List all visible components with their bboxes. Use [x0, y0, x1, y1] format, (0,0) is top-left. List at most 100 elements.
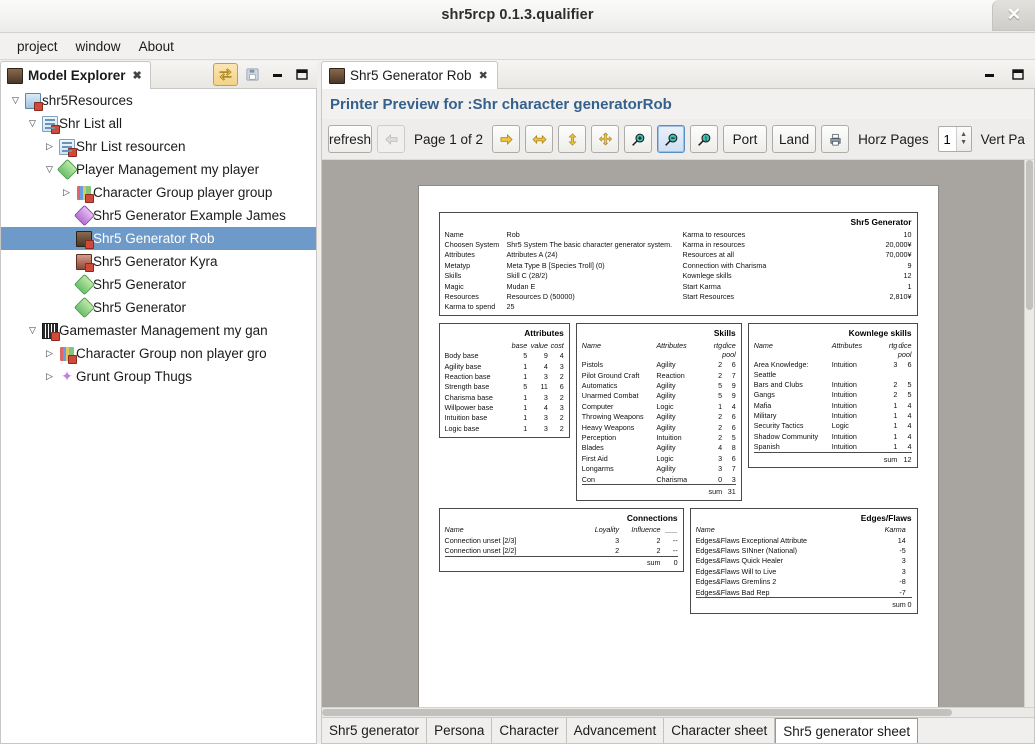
maximize-icon[interactable]: [1007, 65, 1029, 85]
tab-shr5-generator-rob[interactable]: Shr5 Generator Rob ✖: [321, 61, 498, 89]
tree-item-character-group-player-group[interactable]: ▷ Character Group player group: [1, 181, 316, 204]
chevron-right-icon[interactable]: ▷: [41, 348, 58, 359]
menu-item-about[interactable]: About: [130, 36, 183, 57]
tree-item-shr5-generator[interactable]: Shr5 Generator: [1, 296, 316, 319]
tab-filler: [918, 718, 1034, 743]
menu-item-project[interactable]: project: [8, 36, 67, 57]
tree-item-shr5-generator-example-james[interactable]: Shr5 Generator Example James: [1, 204, 316, 227]
window-close-button[interactable]: ✕: [992, 0, 1035, 31]
arrow-right-icon[interactable]: [492, 125, 521, 153]
tree-item-icon: [75, 253, 94, 272]
menu-item-window[interactable]: window: [67, 36, 130, 57]
bottom-tab-persona[interactable]: Persona: [427, 718, 493, 743]
minimize-icon[interactable]: [267, 65, 289, 85]
tree-item-grunt-group-thugs[interactable]: ▷ ✦ Grunt Group Thugs: [1, 365, 316, 388]
table-cell: 6: [559, 382, 564, 392]
summary-label: Attributes: [444, 250, 475, 260]
menubar: project window About: [0, 33, 1035, 60]
column-header: value: [530, 340, 548, 350]
table-cell: 1: [523, 392, 528, 402]
close-icon[interactable]: ✖: [133, 69, 142, 82]
tab-model-explorer[interactable]: Model Explorer ✖: [0, 61, 151, 89]
chevron-down-icon[interactable]: ▽: [24, 325, 41, 336]
table-cell: 2: [893, 379, 898, 389]
table-row: Edges&Flaws Bad Rep -7: [696, 587, 912, 598]
landscape-button[interactable]: Land: [772, 125, 817, 153]
tree-item-character-group-non-player-gro[interactable]: ▷ Character Group non player gro: [1, 342, 316, 365]
zoom-100-icon[interactable]: 1: [690, 125, 719, 153]
canvas-horizontal-scrollbar[interactable]: [322, 707, 1034, 717]
preview-canvas[interactable]: Shr5 Generator Name Rob Karma to resources…: [322, 160, 1034, 707]
fit-height-icon[interactable]: [558, 125, 587, 153]
table-cell: Intuition: [831, 411, 857, 421]
table-row: Edges&Flaws Exceptional Attribute 14: [696, 535, 912, 545]
portrait-button[interactable]: Port: [723, 125, 768, 153]
zoom-out-icon[interactable]: [657, 125, 686, 153]
table-row: Blades Agility 4 8: [582, 443, 736, 453]
tree-item-shr-list-all[interactable]: ▽ Shr List all: [1, 112, 316, 135]
maximize-icon[interactable]: [291, 65, 313, 85]
table-cell: Agility: [656, 391, 676, 401]
error-badge-icon: [85, 239, 94, 249]
table-cell: Agility: [656, 381, 676, 391]
table-sum-row: sum 0: [444, 555, 678, 569]
scrollbar-thumb[interactable]: [322, 709, 952, 716]
chevron-down-icon[interactable]: ▽: [7, 95, 24, 106]
close-icon[interactable]: ✖: [479, 69, 488, 82]
chevron-right-icon[interactable]: ▷: [41, 371, 58, 382]
tree-item-player-management-my-player[interactable]: ▽ Player Management my player: [1, 158, 316, 181]
table-row: Pilot Ground Craft Reaction 2 7: [582, 370, 736, 380]
summary-value: Meta Type B [Species Troll] (0): [506, 260, 605, 270]
table-row: Edges&Flaws Gremlins 2 -8: [696, 577, 912, 587]
refresh-button[interactable]: refresh: [328, 125, 372, 153]
diamond-purple-icon: [73, 204, 95, 227]
table-cell: 4: [907, 411, 912, 421]
tree-item-shr5-generator[interactable]: Shr5 Generator: [1, 273, 316, 296]
column-header: Name: [581, 340, 601, 350]
table-cell: 4: [907, 400, 912, 410]
chevron-right-icon[interactable]: ▷: [41, 141, 58, 152]
chevron-down-icon[interactable]: ▽: [41, 164, 58, 175]
bottom-tab-character-sheet[interactable]: Character sheet: [664, 718, 776, 743]
stepper-arrows[interactable]: ▲ ▼: [955, 127, 971, 151]
summary-right-label: Start Karma: [682, 281, 721, 291]
table-cell: Mafia: [753, 400, 772, 410]
tree-item-shr5resources[interactable]: ▽ shr5Resources: [1, 89, 316, 112]
connections-title: Connections: [626, 512, 678, 523]
bottom-tables-row: Connections Name Loyality Influence ___ Conn…: [438, 507, 918, 614]
canvas-vertical-scrollbar[interactable]: [1024, 160, 1034, 707]
table-row: Willpower base 1 4 3: [445, 402, 564, 412]
table-cell: Charisma: [656, 474, 688, 484]
scrollbar-thumb[interactable]: [1026, 160, 1033, 310]
link-with-editor-icon[interactable]: [213, 63, 238, 86]
zoom-in-icon[interactable]: [624, 125, 653, 153]
table-cell: 3: [543, 371, 548, 381]
fit-page-icon[interactable]: [591, 125, 620, 153]
table-row: Con Charisma 0 3: [582, 474, 736, 485]
bottom-tab-shr5-generator-sheet[interactable]: Shr5 generator sheet: [775, 718, 919, 743]
table-cell: Edges&Flaws Gremlins 2: [695, 577, 777, 587]
chevron-down-icon[interactable]: ▽: [24, 118, 41, 129]
bottom-tab-character[interactable]: Character: [492, 718, 567, 743]
fit-width-icon[interactable]: [525, 125, 554, 153]
tree-item-shr5-generator-rob[interactable]: Shr5 Generator Rob: [1, 227, 316, 250]
summary-label: Magic: [444, 281, 464, 291]
model-explorer-tree[interactable]: ▽ shr5Resources ▽ Shr List all ▷ Shr List res…: [0, 89, 317, 744]
minimize-icon[interactable]: [979, 65, 1001, 85]
print-icon[interactable]: [821, 125, 850, 153]
tree-item-shr5-generator-kyra[interactable]: Shr5 Generator Kyra: [1, 250, 316, 273]
table-header-row: Name Attributes rtg dice pool: [754, 340, 912, 360]
table-cell: -8: [899, 577, 906, 587]
tree-item-shr-list-resourcen[interactable]: ▷ Shr List resourcen: [1, 135, 316, 158]
tree-item-gamemaster-management-my-gan[interactable]: ▽ Gamemaster Management my gan: [1, 319, 316, 342]
bottom-tab-advancement[interactable]: Advancement: [566, 718, 665, 743]
chevron-right-icon[interactable]: ▷: [58, 187, 75, 198]
bottom-tab-shr5-generator[interactable]: Shr5 generator: [322, 718, 428, 743]
table-cell: Shadow Community: [753, 431, 819, 441]
error-badge-icon: [68, 354, 77, 364]
save-icon[interactable]: [240, 63, 265, 86]
horz-pages-stepper[interactable]: 1 ▲ ▼: [937, 126, 972, 152]
table-cell: 1: [523, 371, 528, 381]
table-row: Bars and Clubs Intuition 2 5: [754, 379, 912, 389]
horz-pages-value[interactable]: 1: [939, 127, 956, 151]
